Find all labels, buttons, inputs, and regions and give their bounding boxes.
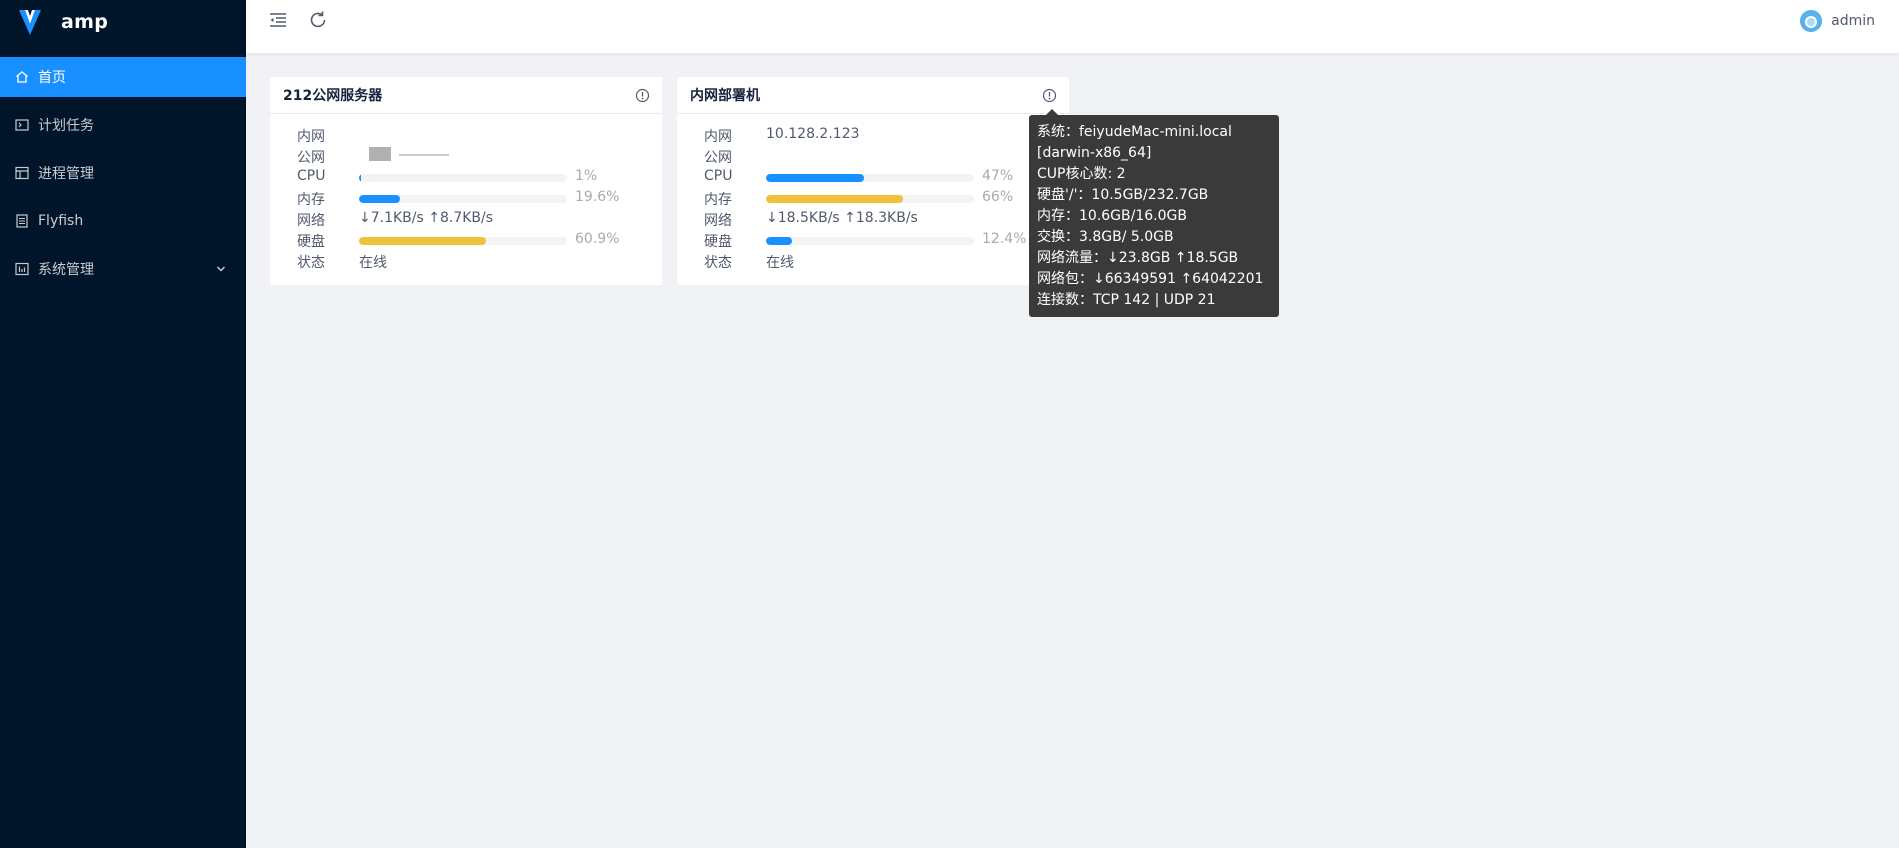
top-header: admin (246, 0, 1899, 53)
tooltip-line: 交换：3.8GB/ 5.0GB (1037, 229, 1174, 245)
network-row: 网络 ↓18.5KB/s ↑18.3KB/s (677, 209, 1069, 230)
tooltip-line: 硬盘'/'：10.5GB/232.7GB (1037, 187, 1209, 203)
status-row: 状态 在线 (677, 251, 1069, 272)
intranet-label: 内网 (704, 129, 732, 145)
cpu-progress-bar (359, 174, 567, 182)
intranet-label: 内网 (297, 129, 325, 145)
sidebar-item-home[interactable]: 首页 (0, 57, 246, 97)
cpu-percent: 47% (982, 168, 1014, 184)
intranet-value: 10.128.2.123 (766, 126, 860, 142)
status-badge: 在线 (766, 255, 794, 271)
memory-progress-bar (359, 195, 567, 203)
memory-percent: 66% (982, 189, 1014, 205)
amp-logo-icon (19, 10, 41, 35)
disk-label: 硬盘 (704, 234, 732, 250)
memory-progress-fill (766, 195, 904, 203)
redaction-mark (369, 147, 391, 161)
sidebar-item-flyfish[interactable]: Flyfish (0, 201, 246, 241)
disk-row: 硬盘 12.4% (677, 230, 1069, 251)
tooltip-line: 连接数：TCP 142 | UDP 21 (1037, 292, 1216, 308)
cpu-progress-fill (359, 174, 362, 182)
disk-label: 硬盘 (297, 234, 325, 250)
cpu-row: CPU 47% (677, 167, 1069, 188)
menu-fold-icon[interactable] (267, 9, 289, 31)
memory-label: 内存 (297, 192, 325, 208)
cpu-label: CPU (704, 168, 733, 184)
settings-grid-icon (15, 262, 29, 276)
memory-label: 内存 (704, 192, 732, 208)
tooltip-line: 内存：10.6GB/16.0GB (1037, 208, 1187, 224)
memory-progress-fill (359, 195, 400, 203)
redaction-mark (399, 154, 449, 156)
brand[interactable]: amp (0, 0, 246, 44)
memory-row: 内存 19.6% (270, 188, 662, 209)
card-header: 内网部署机 (677, 77, 1069, 114)
refresh-icon[interactable] (307, 9, 329, 31)
user-menu[interactable]: admin (1800, 10, 1875, 32)
home-icon (15, 70, 29, 84)
username: admin (1831, 13, 1875, 29)
tooltip-line: 系统：feiyudeMac-mini.local (1037, 124, 1232, 140)
server-info-tooltip: 系统：feiyudeMac-mini.local [darwin-x86_64]… (1029, 109, 1279, 317)
memory-progress-bar (766, 195, 974, 203)
tooltip-line: CUP核心数: 2 (1037, 166, 1126, 182)
process-icon (15, 166, 29, 180)
tooltip-line: 网络流量：↓23.8GB ↑18.5GB (1037, 250, 1239, 266)
sidebar-item-label: 首页 (38, 70, 66, 86)
status-label: 状态 (704, 255, 732, 271)
disk-progress-fill (359, 237, 486, 245)
server-card: 212公网服务器 内网 公网 CPU 1% 内存 19.6% 网络 ↓7.1KB… (270, 77, 662, 285)
tooltip-line: [darwin-x86_64] (1037, 145, 1152, 161)
info-icon[interactable] (1042, 88, 1057, 103)
card-title: 212公网服务器 (283, 88, 383, 104)
sidebar-item-label: 系统管理 (38, 262, 94, 278)
network-value: ↓7.1KB/s ↑8.7KB/s (359, 210, 494, 226)
disk-progress-fill (766, 237, 792, 245)
avatar (1800, 10, 1823, 32)
app-name: amp (61, 11, 109, 33)
public-value-redacted (359, 147, 449, 163)
sidebar-item-label: 计划任务 (38, 118, 94, 134)
cpu-row: CPU 1% (270, 167, 662, 188)
intranet-row: 内网 (270, 125, 662, 146)
disk-percent: 60.9% (575, 231, 620, 247)
sidebar-menu: 首页 计划任务 进程管理 Flyfish 系统管理 (0, 57, 246, 289)
disk-progress-bar (359, 237, 567, 245)
sidebar-item-label: 进程管理 (38, 166, 94, 182)
disk-row: 硬盘 60.9% (270, 230, 662, 251)
public-row: 公网 (270, 146, 662, 167)
chevron-down-icon (216, 266, 226, 272)
sidebar: amp 首页 计划任务 进程管理 Flyfish 系统管理 (0, 0, 246, 848)
document-icon (15, 214, 29, 228)
disk-percent: 12.4% (982, 231, 1027, 247)
status-label: 状态 (297, 255, 325, 271)
tooltip-line: 网络包：↓66349591 ↑64042201 (1037, 271, 1264, 287)
server-card: 内网部署机 内网 10.128.2.123 公网 CPU 47% 内存 66% … (677, 77, 1069, 285)
memory-percent: 19.6% (575, 189, 620, 205)
network-label: 网络 (297, 213, 325, 229)
sidebar-item-scheduled-tasks[interactable]: 计划任务 (0, 105, 246, 145)
status-row: 状态 在线 (270, 251, 662, 272)
cpu-progress-bar (766, 174, 974, 182)
cpu-label: CPU (297, 168, 326, 184)
terminal-icon (15, 118, 29, 132)
public-row: 公网 (677, 146, 1069, 167)
public-label: 公网 (297, 150, 325, 166)
cpu-percent: 1% (575, 168, 598, 184)
intranet-row: 内网 10.128.2.123 (677, 125, 1069, 146)
network-value: ↓18.5KB/s ↑18.3KB/s (766, 210, 918, 226)
network-label: 网络 (704, 213, 732, 229)
sidebar-item-system-management[interactable]: 系统管理 (0, 249, 246, 289)
public-label: 公网 (704, 150, 732, 166)
card-header: 212公网服务器 (270, 77, 662, 114)
sidebar-item-process-management[interactable]: 进程管理 (0, 153, 246, 193)
network-row: 网络 ↓7.1KB/s ↑8.7KB/s (270, 209, 662, 230)
disk-progress-bar (766, 237, 974, 245)
sidebar-item-label: Flyfish (38, 213, 84, 229)
memory-row: 内存 66% (677, 188, 1069, 209)
info-icon[interactable] (635, 88, 650, 103)
cpu-progress-fill (766, 174, 864, 182)
status-badge: 在线 (359, 255, 387, 271)
card-title: 内网部署机 (690, 88, 760, 104)
